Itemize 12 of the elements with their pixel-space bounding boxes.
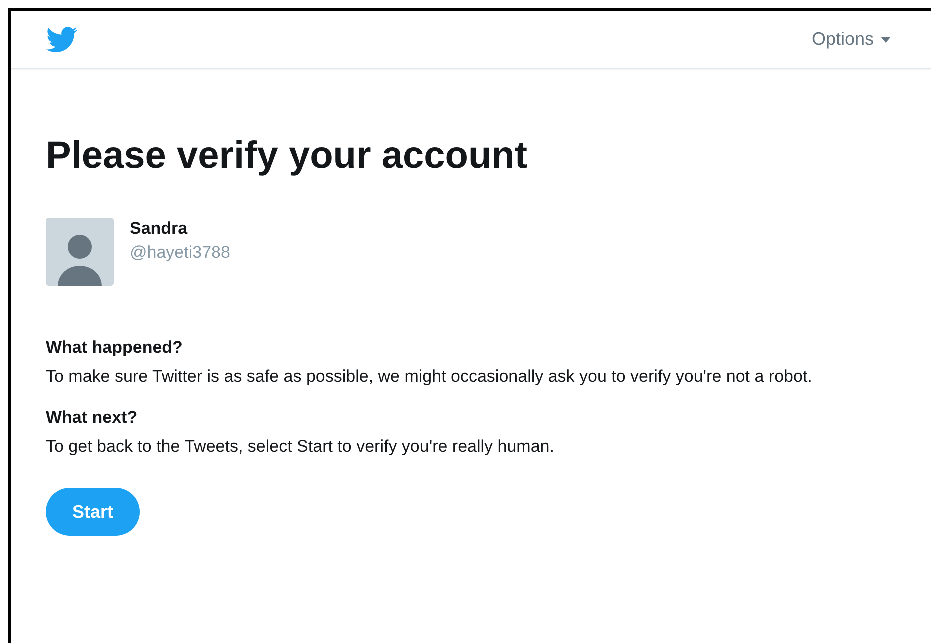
bird-icon[interactable]: [46, 26, 78, 52]
start-button[interactable]: Start: [46, 488, 140, 536]
page-title: Please verify your account: [46, 135, 529, 178]
section-heading: What happened?: [46, 338, 184, 358]
caret-icon: [881, 36, 891, 42]
options-menu-button[interactable]: Options: [812, 29, 891, 50]
section-text: To make sure Twitter is as safe as possible, we might occasionally ask you to verify you're not a robot.: [46, 366, 814, 388]
avatar-silhouette-icon: [46, 218, 114, 286]
account-name: Sandra: [130, 219, 188, 239]
section-heading: What next?: [46, 408, 139, 428]
account-handle: @hayeti3788: [130, 243, 230, 263]
section-text: To get back to the Tweets, select Start to verify you're really human.: [46, 436, 556, 458]
